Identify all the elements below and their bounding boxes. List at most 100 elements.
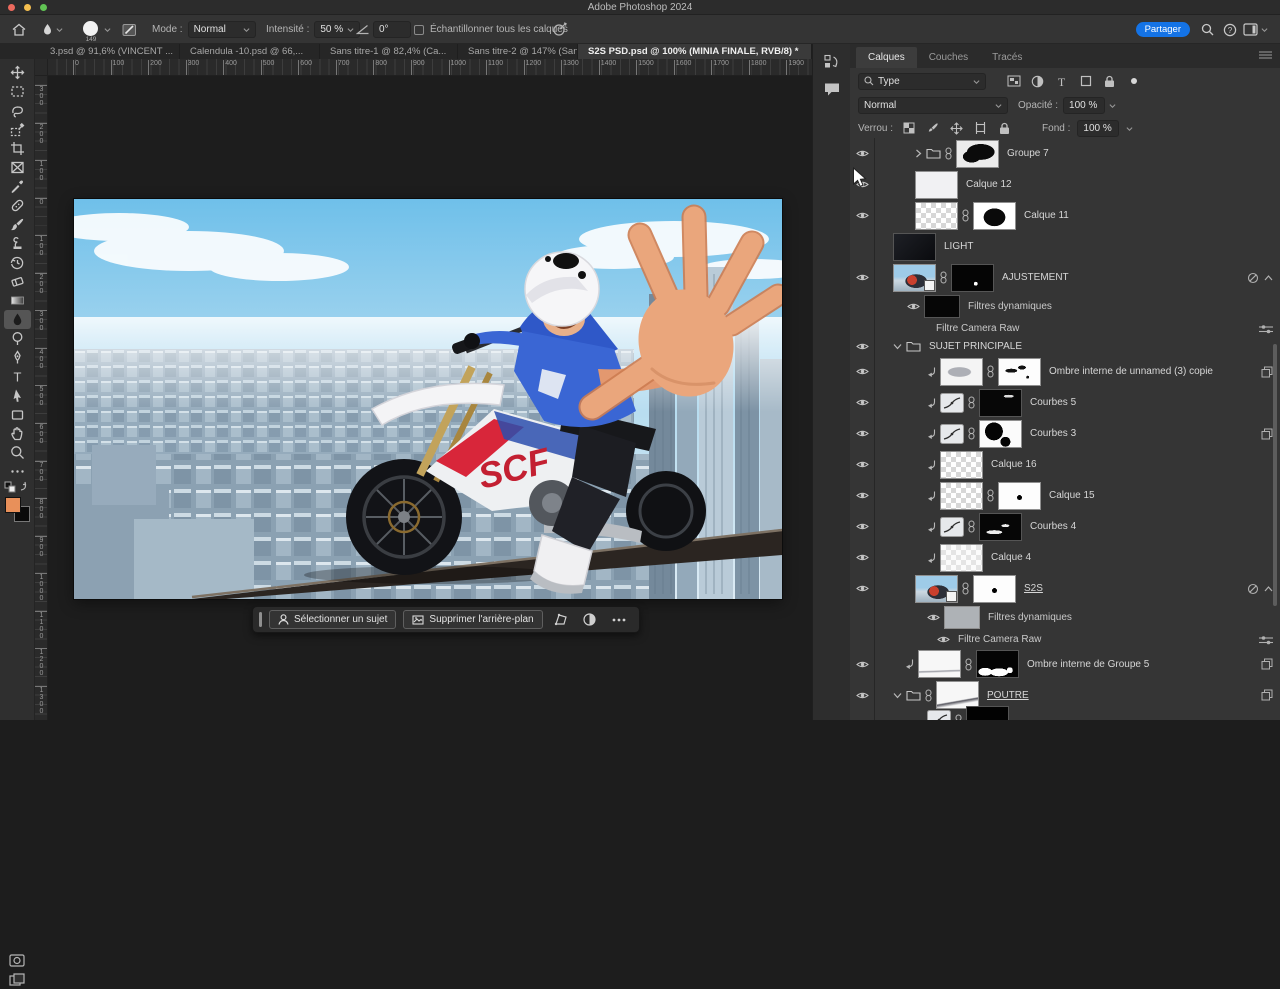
dodge-tool[interactable]: [4, 329, 31, 348]
blur-tool[interactable]: [4, 310, 31, 329]
layer-mask-thumbnail[interactable]: [979, 389, 1022, 417]
layer-row[interactable]: Calque 16: [850, 449, 1280, 480]
collapse-chevron-icon[interactable]: [893, 692, 902, 699]
brush-tool[interactable]: [4, 215, 31, 234]
layer-thumbnail[interactable]: [940, 544, 983, 572]
layer-mask-thumbnail[interactable]: [979, 420, 1022, 448]
panel-menu-button[interactable]: [1259, 51, 1272, 63]
visibility-cell[interactable]: [850, 231, 875, 262]
layer-thumbnail[interactable]: [944, 606, 980, 629]
eye-icon[interactable]: [856, 211, 869, 220]
eye-icon[interactable]: [856, 460, 869, 469]
eye-icon[interactable]: [856, 149, 869, 158]
visibility-cell[interactable]: [850, 648, 875, 680]
lock-pixels-button[interactable]: [924, 120, 941, 136]
layer-mask-thumbnail[interactable]: [956, 140, 999, 168]
brush-settings-toggle[interactable]: [122, 15, 137, 44]
layer-name[interactable]: Courbes 4: [1030, 521, 1076, 532]
layer-name[interactable]: POUTRE: [987, 690, 1029, 701]
visibility-cell[interactable]: [850, 542, 875, 573]
help-button[interactable]: ?: [1223, 15, 1237, 44]
layer-row[interactable]: Filtres dynamiques: [850, 604, 1280, 631]
visibility-cell[interactable]: [850, 418, 875, 449]
layer-row[interactable]: Calque 11: [850, 200, 1280, 231]
share-button[interactable]: Partager: [1136, 15, 1190, 44]
layer-name[interactable]: Calque 15: [1049, 490, 1095, 501]
type-tool[interactable]: T: [4, 367, 31, 386]
layer-name[interactable]: Filtres dynamiques: [968, 301, 1052, 312]
tool-preset[interactable]: [42, 15, 63, 44]
visibility-cell[interactable]: [850, 262, 875, 293]
layer-name[interactable]: Calque 4: [991, 552, 1031, 563]
transform-image-button[interactable]: [550, 610, 572, 629]
lock-all-button[interactable]: [996, 120, 1013, 136]
filter-pixel-layers-button[interactable]: [1005, 73, 1022, 89]
visibility-cell[interactable]: [850, 573, 875, 604]
hand-tool[interactable]: [4, 424, 31, 443]
more-options-button[interactable]: [608, 610, 630, 629]
visibility-cell[interactable]: [850, 337, 875, 356]
visibility-toggle[interactable]: [927, 613, 940, 622]
layer-mask-thumbnail[interactable]: [966, 706, 1009, 720]
crop-tool[interactable]: [4, 139, 31, 158]
search-button[interactable]: [1201, 15, 1214, 44]
eye-icon[interactable]: [856, 491, 869, 500]
foreground-color-swatch[interactable]: [5, 497, 21, 513]
visibility-cell[interactable]: [850, 169, 875, 200]
intensity-select[interactable]: 50 %: [314, 21, 360, 38]
layer-row[interactable]: Ombre interne de unnamed (3) copie: [850, 356, 1280, 387]
document-tab-3[interactable]: Sans titre-2 @ 147% (San...: [458, 44, 578, 59]
layer-row[interactable]: AJUSTEMENT: [850, 262, 1280, 293]
layer-row[interactable]: Calque 4: [850, 542, 1280, 573]
layer-name[interactable]: Calque 16: [991, 459, 1037, 470]
visibility-cell[interactable]: [850, 480, 875, 511]
eye-icon[interactable]: [856, 522, 869, 531]
layer-name[interactable]: S2S: [1024, 583, 1043, 594]
layer-name[interactable]: AJUSTEMENT: [1002, 272, 1069, 283]
object-selection-tool[interactable]: [4, 120, 31, 139]
layer-thumbnail[interactable]: [915, 575, 958, 603]
layer-row[interactable]: Groupe 7: [850, 138, 1280, 169]
collapse-effects-icon[interactable]: [1264, 275, 1273, 281]
layer-row[interactable]: Filtre Camera Raw: [850, 320, 1280, 337]
zoom-tool[interactable]: [4, 443, 31, 462]
home-button[interactable]: [12, 15, 26, 44]
frame-tool[interactable]: [4, 158, 31, 177]
layer-row[interactable]: SUJET PRINCIPALE: [850, 337, 1280, 356]
layer-name[interactable]: Groupe 7: [1007, 148, 1049, 159]
layer-row[interactable]: Calque 12: [850, 169, 1280, 200]
visibility-cell[interactable]: [850, 200, 875, 231]
layer-row[interactable]: LIGHT: [850, 231, 1280, 262]
swap-colors-button[interactable]: [4, 480, 30, 497]
tab-calques[interactable]: Calques: [856, 47, 917, 68]
expand-chevron-icon[interactable]: [915, 149, 922, 158]
layer-row[interactable]: S2S: [850, 573, 1280, 604]
collapse-effects-icon[interactable]: [1264, 586, 1273, 592]
eye-icon[interactable]: [856, 660, 869, 669]
layer-name[interactable]: Filtre Camera Raw: [958, 634, 1041, 645]
ruler-corner[interactable]: [35, 59, 48, 76]
layer-thumbnail[interactable]: [940, 358, 983, 386]
horizontal-ruler[interactable]: 0100200300400500600700800900100011001200…: [48, 59, 812, 76]
sample-all-layers[interactable]: Échantillonner tous les calques: [414, 15, 568, 44]
remove-background-button[interactable]: Supprimer l'arrière-plan: [403, 610, 542, 629]
layer-row[interactable]: Courbes 4: [850, 511, 1280, 542]
layer-thumbnail[interactable]: [915, 202, 958, 230]
visibility-cell[interactable]: [850, 710, 875, 720]
more-tool[interactable]: [4, 462, 31, 481]
history-brush-tool[interactable]: [4, 253, 31, 272]
layer-row[interactable]: Filtre Camera Raw: [850, 631, 1280, 648]
layer-name[interactable]: Calque 11: [1024, 210, 1069, 221]
history-panel-button[interactable]: [820, 50, 844, 72]
visibility-cell[interactable]: [850, 631, 875, 648]
lock-position-button[interactable]: [948, 120, 965, 136]
layer-name[interactable]: SUJET PRINCIPALE: [929, 341, 1022, 352]
lasso-tool[interactable]: [4, 101, 31, 120]
filter-type-select[interactable]: Type: [858, 73, 986, 90]
comments-panel-button[interactable]: [820, 78, 844, 100]
layer-name[interactable]: Calque 12: [966, 179, 1012, 190]
layer-row[interactable]: Filtres dynamiques: [850, 293, 1280, 320]
eye-icon[interactable]: [856, 691, 869, 700]
layer-thumbnail[interactable]: [893, 233, 936, 261]
healing-tool[interactable]: [4, 196, 31, 215]
